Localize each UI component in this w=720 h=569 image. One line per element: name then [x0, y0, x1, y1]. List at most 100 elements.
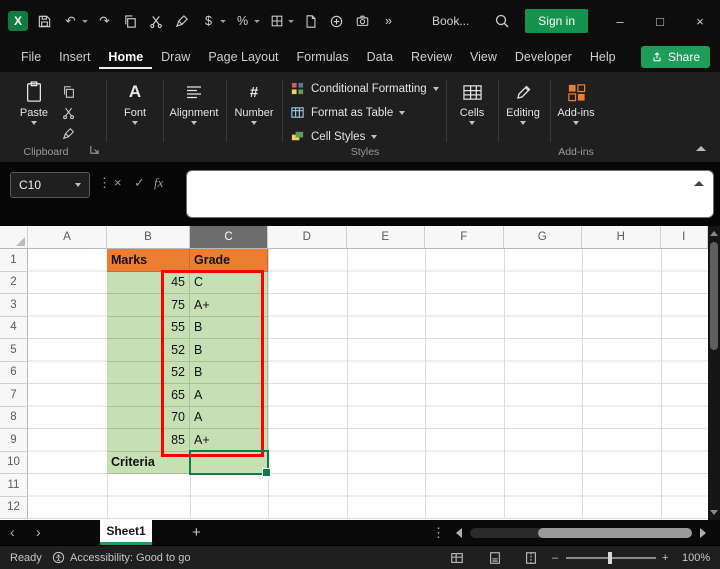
row-header-4[interactable]: 4	[0, 317, 28, 340]
cell-b1[interactable]: Marks	[107, 249, 190, 272]
row-header-6[interactable]: 6	[0, 362, 28, 385]
name-box-menu-button[interactable]: ⋮	[98, 175, 111, 191]
name-box[interactable]: C10	[10, 172, 90, 198]
cut-button[interactable]	[147, 12, 166, 31]
cancel-entry-button[interactable]: ×	[114, 175, 122, 190]
copy-button[interactable]	[121, 12, 140, 31]
zoom-slider-thumb[interactable]	[608, 552, 612, 564]
row-header-5[interactable]: 5	[0, 339, 28, 362]
page-break-view-button[interactable]	[524, 546, 538, 569]
tab-view[interactable]: View	[461, 45, 506, 69]
new-file-button[interactable]	[301, 12, 320, 31]
row-header-12[interactable]: 12	[0, 497, 28, 520]
column-header-d[interactable]: D	[268, 226, 347, 248]
cell-styles-button[interactable]: Cell Styles	[290, 129, 377, 144]
tab-file[interactable]: File	[12, 45, 50, 69]
row-header-10[interactable]: 10	[0, 452, 28, 475]
redo-button[interactable]: ↷	[95, 12, 114, 31]
format-painter-button[interactable]	[173, 12, 192, 31]
fill-handle[interactable]	[262, 468, 271, 477]
scroll-down-arrow-icon[interactable]	[710, 510, 718, 515]
column-header-e[interactable]: E	[347, 226, 426, 248]
row-header-7[interactable]: 7	[0, 384, 28, 407]
clipboard-dialog-launcher[interactable]	[88, 143, 101, 156]
sign-in-button[interactable]: Sign in	[525, 9, 588, 33]
vertical-scrollbar[interactable]	[708, 226, 720, 520]
tab-formulas[interactable]: Formulas	[288, 45, 358, 69]
collapse-ribbon-button[interactable]	[696, 146, 706, 151]
row-header-3[interactable]: 3	[0, 294, 28, 317]
collapse-formula-bar-button[interactable]	[694, 181, 704, 186]
tab-page-layout[interactable]: Page Layout	[199, 45, 287, 69]
paste-button[interactable]: Paste	[12, 79, 56, 125]
tab-insert[interactable]: Insert	[50, 45, 99, 69]
maximize-button[interactable]: □	[640, 0, 680, 42]
tab-draw[interactable]: Draw	[152, 45, 199, 69]
save-button[interactable]	[35, 12, 54, 31]
next-sheet-button[interactable]: ›	[36, 520, 41, 546]
currency-format-button[interactable]: $	[199, 12, 218, 31]
row-header-11[interactable]: 11	[0, 474, 28, 497]
horizontal-scrollbar-thumb[interactable]	[538, 528, 692, 538]
row-header-2[interactable]: 2	[0, 272, 28, 295]
editing-group-button[interactable]: Editing	[500, 79, 546, 125]
insert-button[interactable]	[327, 12, 346, 31]
enter-entry-button[interactable]: ✓	[134, 175, 145, 191]
column-header-i[interactable]: I	[661, 226, 709, 248]
close-button[interactable]: ×	[680, 0, 720, 42]
percent-format-button[interactable]: %	[233, 12, 252, 31]
tab-help[interactable]: Help	[581, 45, 625, 69]
percent-caret-icon[interactable]	[254, 20, 260, 23]
cell-c1[interactable]: Grade	[190, 249, 268, 272]
zoom-out-button[interactable]: –	[552, 546, 558, 569]
select-all-button[interactable]	[0, 226, 28, 248]
scroll-up-arrow-icon[interactable]	[710, 231, 718, 236]
column-header-h[interactable]: H	[582, 226, 661, 248]
zoom-in-button[interactable]: +	[662, 546, 668, 569]
zoom-slider[interactable]	[566, 557, 656, 559]
accessibility-status[interactable]: Accessibility: Good to go	[52, 546, 190, 569]
active-cell-selection[interactable]	[189, 450, 269, 475]
qat-overflow-button[interactable]: »	[379, 12, 398, 31]
tab-developer[interactable]: Developer	[506, 45, 581, 69]
horizontal-scrollbar[interactable]	[470, 528, 692, 538]
addins-button[interactable]: Add-ins	[552, 79, 600, 125]
vertical-scrollbar-thumb[interactable]	[710, 242, 718, 350]
conditional-formatting-button[interactable]: Conditional Formatting	[290, 81, 439, 96]
borders-button[interactable]	[267, 12, 286, 31]
formula-input[interactable]	[186, 170, 714, 218]
alignment-group-button[interactable]: Alignment	[166, 79, 222, 125]
hscroll-right-arrow-icon[interactable]	[700, 528, 706, 538]
borders-caret-icon[interactable]	[288, 20, 294, 23]
hscroll-left-arrow-icon[interactable]	[456, 528, 462, 538]
insert-function-button[interactable]: fx	[154, 175, 163, 191]
undo-button[interactable]: ↶	[61, 12, 80, 31]
undo-caret-icon[interactable]	[82, 20, 88, 23]
normal-view-button[interactable]	[450, 546, 464, 569]
tab-data[interactable]: Data	[358, 45, 402, 69]
copy-small-button[interactable]	[60, 83, 78, 101]
font-group-button[interactable]: A Font	[112, 79, 158, 125]
number-group-button[interactable]: # Number	[230, 79, 278, 125]
column-header-g[interactable]: G	[504, 226, 583, 248]
column-header-a[interactable]: A	[28, 226, 107, 248]
camera-button[interactable]	[353, 12, 372, 31]
cut-small-button[interactable]	[60, 104, 78, 122]
row-header-8[interactable]: 8	[0, 407, 28, 430]
search-button[interactable]	[492, 12, 511, 31]
previous-sheet-button[interactable]: ‹	[10, 520, 15, 546]
column-header-c[interactable]: C	[190, 226, 268, 248]
sheet-options-button[interactable]: ⋮	[432, 525, 445, 541]
page-layout-view-button[interactable]	[488, 546, 502, 569]
zoom-level[interactable]: 100%	[682, 546, 710, 569]
column-header-f[interactable]: F	[425, 226, 504, 248]
tab-home[interactable]: Home	[99, 45, 152, 69]
tab-review[interactable]: Review	[402, 45, 461, 69]
minimize-button[interactable]: –	[600, 0, 640, 42]
cells-group-button[interactable]: Cells	[450, 79, 494, 125]
format-as-table-button[interactable]: Format as Table	[290, 105, 405, 120]
add-sheet-button[interactable]: +	[192, 524, 201, 541]
column-header-b[interactable]: B	[107, 226, 190, 248]
row-header-9[interactable]: 9	[0, 429, 28, 452]
share-button[interactable]: Share	[641, 46, 710, 68]
